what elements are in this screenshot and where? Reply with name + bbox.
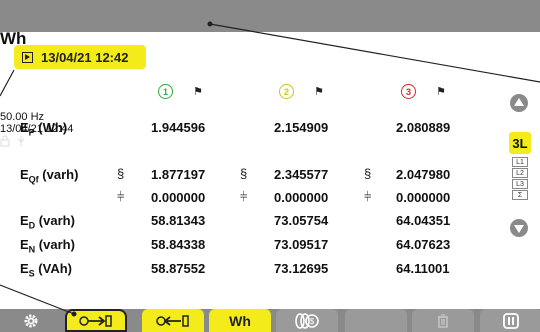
eqf-capacitive-phase-2: 0.000000 [274,190,329,205]
play-icon [0,88,18,106]
ed-phase-3: 64.04351 [396,213,451,228]
es-phase-3: 64.11001 [396,261,450,276]
energy-generated-icon [156,314,189,327]
flag-icon: ⚑ [193,86,203,98]
row-label-ed: ED (varh) [20,213,75,231]
row-label-es: ES (VAh) [20,261,72,279]
lock-icon [0,135,10,147]
eqf-capacitive-phase-1: 0.000000 [151,190,206,205]
eqf-capacitive-phase-3: 0.000000 [396,190,451,205]
ed-phase-2: 73.05754 [274,213,329,228]
status-bar [0,0,540,32]
pause-button[interactable] [480,309,540,332]
row-label-ep: EP (Wh) [20,120,68,138]
es-phase-1: 58.87552 [151,261,206,276]
row-label-en: EN (varh) [20,237,75,255]
pause-icon [503,312,519,329]
frequency-readout: 50.00 Hz [0,111,45,123]
energy-generated-button[interactable] [142,309,204,332]
flag-icon: ⚑ [436,86,446,98]
en-phase-2: 73.09517 [274,237,329,252]
snapshot-button[interactable] [0,66,540,88]
phase-option-l3[interactable]: L3 [512,179,528,189]
snapshot-datetime: 13/04/21 12:42 [41,49,129,65]
en-phase-1: 58.84338 [151,237,206,252]
phase-option-l2[interactable]: L2 [512,168,528,178]
phase-2-header: 2 ⚑ [279,84,324,99]
phase-option-l1[interactable]: L1 [512,157,528,167]
energy-consumed-icon [79,314,112,327]
eqf-inductive-phase-2: 2.345577 [274,167,329,182]
phase-option-sum[interactable]: Σ [512,190,528,200]
energy-consumed-button[interactable] [65,309,127,332]
es-phase-2: 73.12695 [274,261,329,276]
phase-2-icon: 2 [279,84,294,99]
snapshot-view-button[interactable] [0,88,540,111]
row-label-eqf: EQf (varh) [20,167,79,185]
trash-icon [438,313,448,328]
en-phase-3: 64.07623 [396,237,451,252]
system-status-icons [0,135,540,150]
eqf-inductive-phase-1: 1.877197 [151,167,206,182]
inductive-icon: § [364,166,372,181]
ed-phase-1: 58.81343 [151,213,206,228]
gear-icon [24,314,38,327]
settings-button[interactable] [0,309,62,332]
wh-button[interactable]: Wh [209,309,271,332]
ep-phase-1: 1.944596 [151,120,206,135]
ep-phase-3: 2.080889 [396,120,451,135]
cost-button[interactable]: $ [276,309,338,332]
capacitive-icon: ⫩ [364,189,372,204]
phase-selector-3l[interactable]: 3L [509,132,531,154]
flag-icon: ⚑ [314,86,324,98]
battery-icon [52,137,67,147]
capacitive-icon: ⫩ [240,189,248,204]
snapshot-datetime-badge: 13/04/21 12:42 [14,45,146,69]
phase-1-header: 1 ⚑ [158,84,203,99]
datetime-readout: 13/04/21 12:44 [0,123,74,135]
scroll-down-button[interactable] [510,219,528,237]
inductive-icon: § [117,166,125,181]
capacitive-icon: ⫩ [117,189,125,204]
delete-button[interactable] [412,309,474,332]
coins-icon: $ [295,312,319,329]
inductive-icon: § [240,166,248,181]
eqf-inductive-phase-3: 2.047980 [396,167,451,182]
svg-text:$: $ [310,317,315,326]
phase-3-icon: 3 [401,84,416,99]
ep-phase-2: 2.154909 [274,120,329,135]
phase-3-header: 3 ⚑ [401,84,446,99]
phase-1-icon: 1 [158,84,173,99]
snapshot-icon [22,51,33,63]
scroll-up-button[interactable] [510,94,528,112]
empty-tab-button [345,309,407,332]
